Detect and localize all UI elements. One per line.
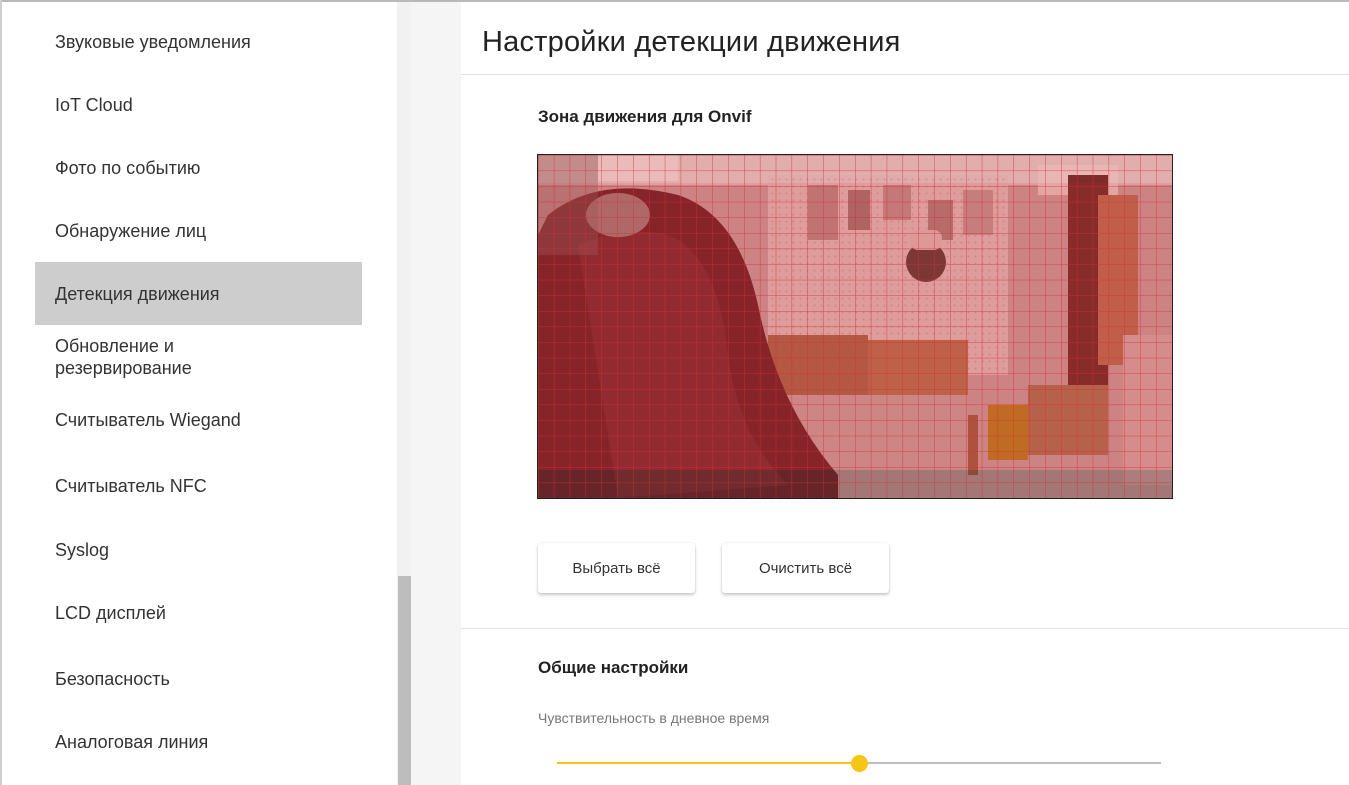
select-all-button[interactable]: Выбрать всё	[538, 543, 695, 593]
sidebar-item-nfc-reader[interactable]: Считыватель NFC	[35, 454, 362, 517]
sidebar-item-wiegand-reader[interactable]: Считыватель Wiegand	[35, 388, 362, 451]
sidebar-item-lcd-display[interactable]: LCD дисплей	[35, 581, 362, 644]
day-sensitivity-label: Чувствительность в дневное время	[538, 710, 770, 726]
sidebar-item-event-photo[interactable]: Фото по событию	[35, 136, 362, 199]
general-settings-section-title: Общие настройки	[538, 658, 689, 677]
sidebar-item-label: Обновление и резервирование	[55, 335, 192, 378]
sidebar-item-analog-line[interactable]: Аналоговая линия	[35, 710, 362, 773]
slider-fill	[557, 762, 859, 764]
sidebar-item-label: Аналоговая линия	[55, 731, 209, 752]
motion-zone-section-title: Зона движения для Onvif	[538, 107, 752, 126]
sidebar-scrollbar-thumb[interactable]	[398, 576, 412, 785]
sidebar-item-label: Звуковые уведомления	[55, 31, 251, 52]
day-sensitivity-slider[interactable]	[557, 754, 1161, 774]
sidebar-item-label: Считыватель NFC	[55, 475, 207, 496]
sidebar-item-sound-notifications[interactable]: Звуковые уведомления	[35, 10, 362, 73]
page-title: Настройки детекции движения	[482, 26, 901, 58]
sidebar-item-security[interactable]: Безопасность	[35, 647, 362, 710]
sidebar-item-label: Syslog	[55, 539, 110, 560]
sidebar: Звуковые уведомления IoT Cloud Фото по с…	[2, 2, 397, 785]
main-content: Настройки детекции движения Зона движени…	[461, 2, 1349, 785]
motion-zone-grid[interactable]	[537, 154, 1173, 499]
sidebar-item-label: IoT Cloud	[55, 94, 133, 115]
sidebar-item-label: Фото по событию	[55, 157, 201, 178]
camera-snapshot	[538, 155, 1172, 498]
sidebar-item-iot-cloud[interactable]: IoT Cloud	[35, 73, 362, 136]
slider-thumb[interactable]	[851, 755, 868, 772]
section-divider	[461, 628, 1349, 629]
title-divider	[461, 74, 1349, 75]
clear-all-button[interactable]: Очистить всё	[722, 543, 889, 593]
sidebar-item-label: LCD дисплей	[55, 602, 166, 623]
sidebar-item-label: Обнаружение лиц	[55, 220, 207, 241]
sidebar-item-face-detection[interactable]: Обнаружение лиц	[35, 199, 362, 262]
sidebar-item-motion-detection[interactable]: Детекция движения	[35, 262, 362, 325]
sidebar-item-update-backup[interactable]: Обновление и резервирование	[35, 325, 362, 388]
sidebar-item-label: Безопасность	[55, 668, 170, 689]
sidebar-item-label: Детекция движения	[55, 283, 220, 304]
sidebar-item-syslog[interactable]: Syslog	[35, 518, 362, 581]
sidebar-item-label: Считыватель Wiegand	[55, 409, 241, 430]
content-gutter	[411, 2, 461, 785]
